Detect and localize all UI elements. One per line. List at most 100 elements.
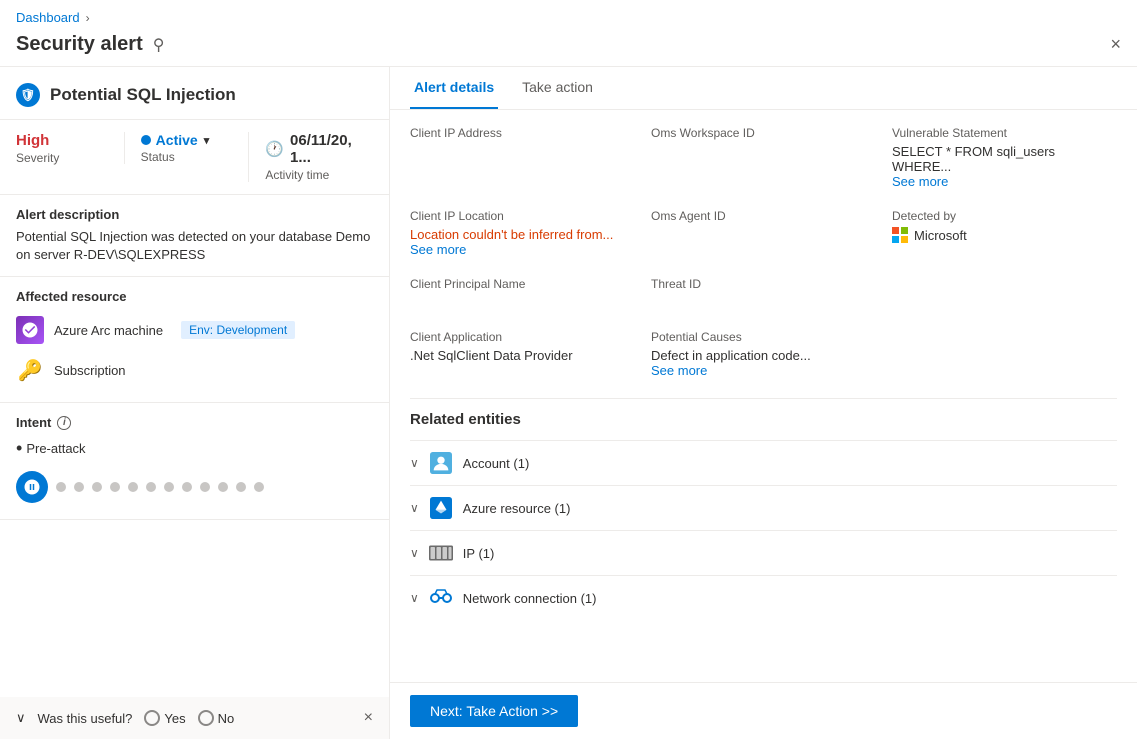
detail-empty-4 bbox=[892, 330, 1117, 378]
breadcrumb-separator: › bbox=[86, 11, 90, 25]
client-ip-location-value: Location couldn't be inferred from... bbox=[410, 227, 635, 242]
section-divider bbox=[410, 398, 1117, 399]
feedback-inner: ∨ Was this useful? Yes No bbox=[16, 710, 364, 726]
detail-potential-causes: Potential Causes Defect in application c… bbox=[651, 330, 876, 378]
page-title: Security alert bbox=[16, 33, 143, 56]
arc-machine-label[interactable]: Azure Arc machine bbox=[54, 323, 163, 338]
account-entity-label: Account (1) bbox=[463, 456, 529, 471]
detected-by-value: Microsoft bbox=[914, 228, 967, 243]
feedback-close-icon[interactable]: × bbox=[364, 709, 373, 727]
intent-value: Pre-attack bbox=[26, 441, 85, 456]
feedback-radio-group: Yes No bbox=[144, 710, 234, 726]
activity-item: 🕐 06/11/20, 1... Activity time bbox=[248, 132, 373, 182]
intent-info-icon[interactable]: i bbox=[57, 416, 71, 430]
entity-row-account[interactable]: ∨ Account (1) bbox=[410, 440, 1117, 485]
vulnerable-stmt-see-more[interactable]: See more bbox=[892, 174, 1117, 189]
subscription-label[interactable]: Subscription bbox=[54, 363, 126, 378]
azure-entity-label: Azure resource (1) bbox=[463, 501, 571, 516]
severity-value: High bbox=[16, 132, 124, 149]
client-principal-label: Client Principal Name bbox=[410, 277, 635, 291]
pin-icon[interactable]: ⚲ bbox=[153, 35, 165, 55]
activity-value: 🕐 06/11/20, 1... bbox=[265, 132, 373, 166]
progress-dot-1 bbox=[56, 482, 66, 492]
progress-dot-5 bbox=[128, 482, 138, 492]
intent-label: Intent bbox=[16, 415, 51, 430]
client-ip-location-see-more[interactable]: See more bbox=[410, 242, 635, 257]
client-ip-value bbox=[410, 144, 635, 159]
close-icon[interactable]: × bbox=[1110, 34, 1121, 55]
active-dot-icon bbox=[141, 135, 151, 145]
feedback-yes-radio[interactable]: Yes bbox=[144, 710, 185, 726]
tab-take-action[interactable]: Take action bbox=[518, 67, 597, 109]
detail-client-principal: Client Principal Name bbox=[410, 277, 635, 310]
next-take-action-button[interactable]: Next: Take Action >> bbox=[410, 695, 578, 727]
details-grid: Client IP Address Oms Workspace ID Vulne… bbox=[410, 126, 1117, 378]
detail-detected-by: Detected by Microsoft bbox=[892, 209, 1117, 257]
account-entity-icon bbox=[429, 451, 453, 475]
feedback-toggle[interactable]: ∨ bbox=[16, 710, 26, 726]
alert-description-section: Alert description Potential SQL Injectio… bbox=[0, 195, 389, 277]
related-entities-section: Related entities ∨ Account (1) bbox=[410, 411, 1117, 620]
tab-alert-details-label: Alert details bbox=[414, 79, 494, 95]
potential-causes-label: Potential Causes bbox=[651, 330, 876, 344]
severity-label: Severity bbox=[16, 151, 124, 165]
detail-empty-3 bbox=[892, 277, 1117, 310]
progress-dot-6 bbox=[146, 482, 156, 492]
breadcrumb-dashboard-link[interactable]: Dashboard bbox=[16, 10, 80, 25]
azure-arc-icon bbox=[16, 316, 44, 344]
entity-row-ip[interactable]: ∨ IP (1) bbox=[410, 530, 1117, 575]
oms-agent-label: Oms Agent ID bbox=[651, 209, 876, 223]
pre-attack-label: • Pre-attack bbox=[16, 438, 373, 459]
alert-title: 🛡 Potential SQL Injection bbox=[16, 83, 373, 107]
client-ip-label: Client IP Address bbox=[410, 126, 635, 140]
ip-entity-icon bbox=[429, 541, 453, 565]
progress-dot-11 bbox=[236, 482, 246, 492]
oms-agent-value bbox=[651, 227, 876, 242]
progress-dot-12 bbox=[254, 482, 264, 492]
detail-vulnerable-stmt: Vulnerable Statement SELECT * FROM sqli_… bbox=[892, 126, 1117, 189]
status-chevron-icon[interactable]: ▾ bbox=[204, 134, 210, 147]
security-alert-page: Dashboard › Security alert ⚲ × 🛡 Potenti… bbox=[0, 0, 1137, 739]
alert-title-section: 🛡 Potential SQL Injection bbox=[0, 67, 389, 120]
network-entity-label: Network connection (1) bbox=[463, 591, 597, 606]
right-panel: Alert details Take action Client IP Addr… bbox=[390, 67, 1137, 739]
active-status-value: Active ▾ bbox=[141, 132, 249, 148]
vulnerable-stmt-value: SELECT * FROM sqli_users WHERE... bbox=[892, 144, 1117, 174]
page-header: Security alert ⚲ × bbox=[0, 29, 1137, 67]
affected-resource-title: Affected resource bbox=[16, 289, 373, 304]
progress-dot-10 bbox=[218, 482, 228, 492]
client-ip-location-label: Client IP Location bbox=[410, 209, 635, 223]
severity-item: High Severity bbox=[16, 132, 124, 165]
progress-dot-2 bbox=[74, 482, 84, 492]
client-app-value: .Net SqlClient Data Provider bbox=[410, 348, 635, 363]
related-entities-title: Related entities bbox=[410, 411, 1117, 428]
intent-section: Intent i • Pre-attack bbox=[0, 403, 389, 520]
feedback-bar: ∨ Was this useful? Yes No × bbox=[0, 697, 389, 739]
no-label: No bbox=[218, 711, 235, 726]
feedback-question: Was this useful? bbox=[38, 711, 133, 726]
progress-dot-8 bbox=[182, 482, 192, 492]
action-bar: Next: Take Action >> bbox=[390, 682, 1137, 739]
entity-row-azure[interactable]: ∨ Azure resource (1) bbox=[410, 485, 1117, 530]
network-entity-icon bbox=[429, 586, 453, 610]
active-badge: Active bbox=[141, 132, 198, 148]
shield-icon: 🛡 bbox=[16, 83, 40, 107]
tabs-bar: Alert details Take action bbox=[390, 67, 1137, 110]
alert-title-text: Potential SQL Injection bbox=[50, 85, 236, 105]
ip-chevron-icon: ∨ bbox=[410, 546, 419, 560]
detail-oms-agent: Oms Agent ID bbox=[651, 209, 876, 257]
entity-row-network[interactable]: ∨ Network connection (1) bbox=[410, 575, 1117, 620]
progress-dot-7 bbox=[164, 482, 174, 492]
potential-causes-see-more[interactable]: See more bbox=[651, 363, 876, 378]
client-principal-value bbox=[410, 295, 635, 310]
progress-dot-4 bbox=[110, 482, 120, 492]
yes-radio-circle bbox=[144, 710, 160, 726]
feedback-no-radio[interactable]: No bbox=[198, 710, 235, 726]
detail-threat-id: Threat ID bbox=[651, 277, 876, 310]
intent-title: Intent i bbox=[16, 415, 373, 430]
ip-entity-label: IP (1) bbox=[463, 546, 495, 561]
detail-client-ip-location: Client IP Location Location couldn't be … bbox=[410, 209, 635, 257]
alert-description-text: Potential SQL Injection was detected on … bbox=[16, 228, 373, 264]
azure-chevron-icon: ∨ bbox=[410, 501, 419, 515]
tab-alert-details[interactable]: Alert details bbox=[410, 67, 498, 109]
